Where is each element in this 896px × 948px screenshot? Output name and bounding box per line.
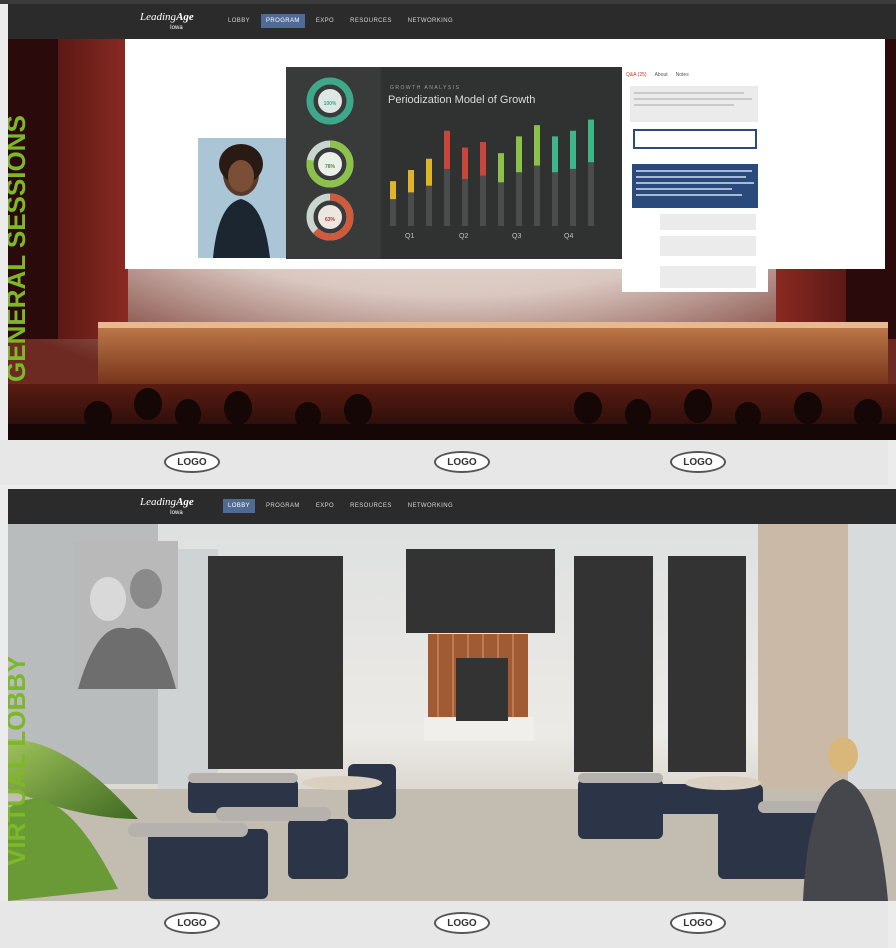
lobby-navbar: LeadingAge Iowa LOBBY PROGRAM EXPO RESOUR… <box>8 489 896 524</box>
chart-bar-highlight <box>570 130 576 169</box>
brand-suffix: Age <box>176 11 194 23</box>
chart-bar-highlight <box>588 119 594 163</box>
brand-logo[interactable]: LeadingAge Iowa <box>140 497 194 519</box>
nav-program[interactable]: PROGRAM <box>261 14 305 28</box>
donut-label-3: 63% <box>324 217 335 223</box>
nav-program[interactable]: PROGRAM <box>261 499 305 513</box>
top-navbar: LeadingAge Iowa LOBBY PROGRAM EXPO RESOUR… <box>8 4 896 39</box>
nav-networking[interactable]: NETWORKING <box>403 14 458 28</box>
slide-title: Periodization Model of Growth <box>388 94 536 106</box>
tab-qa[interactable]: Q&A (25) <box>626 72 647 78</box>
chart-x-label-q3: Q3 <box>512 233 522 240</box>
lobby-screen-3[interactable] <box>456 658 508 721</box>
lobby-screen-1[interactable] <box>208 556 343 769</box>
brand-prefix: Leading <box>140 496 177 508</box>
brand-region: Iowa <box>170 510 183 516</box>
chart-bar-highlight <box>552 136 558 173</box>
lobby-screen-2[interactable] <box>406 549 555 633</box>
brand-suffix: Age <box>176 496 194 508</box>
general-sessions-panel: GROWTH ANALYSIS Periodization Model of G… <box>8 4 896 440</box>
nav-lobby[interactable]: LOBBY <box>223 14 255 28</box>
sponsor-logo[interactable]: LOGO <box>670 451 726 473</box>
chart-bar-highlight <box>516 136 522 173</box>
nav-expo[interactable]: EXPO <box>311 14 339 28</box>
nav-resources[interactable]: RESOURCES <box>345 14 397 28</box>
chart-bar-highlight <box>444 130 450 169</box>
slide-kicker: GROWTH ANALYSIS <box>390 85 461 91</box>
sponsor-logos-top: LOGO LOGO LOGO <box>0 440 888 485</box>
chart-bar-highlight <box>534 125 540 166</box>
sponsor-logo[interactable]: LOGO <box>164 451 220 473</box>
chat-input[interactable] <box>636 135 754 149</box>
chart-bar-highlight <box>480 142 486 176</box>
nav-resources[interactable]: RESOURCES <box>345 499 397 513</box>
sponsor-logo[interactable]: LOGO <box>434 912 490 934</box>
donut-label-2: 78% <box>324 164 335 170</box>
sponsor-logos-bottom: LOGO LOGO LOGO <box>0 901 888 948</box>
lobby-screen-5[interactable] <box>668 556 746 772</box>
chart-bar-highlight <box>390 181 396 200</box>
auditorium-scene <box>8 4 896 440</box>
tab-about[interactable]: About <box>655 72 668 78</box>
virtual-lobby-panel: LeadingAge Iowa LOBBY PROGRAM EXPO RESOUR… <box>8 489 896 901</box>
sponsor-logo[interactable]: LOGO <box>434 451 490 473</box>
sponsor-logo[interactable]: LOGO <box>164 912 220 934</box>
nav-links: LOBBY PROGRAM EXPO RESOURCES NETWORKING <box>223 14 458 28</box>
nav-networking[interactable]: NETWORKING <box>403 499 458 513</box>
chart-bar-highlight <box>498 153 504 183</box>
chart-x-label-q4: Q4 <box>564 233 574 240</box>
nav-links: LOBBY PROGRAM EXPO RESOURCES NETWORKING <box>223 499 458 513</box>
chart-bar-highlight <box>462 147 468 179</box>
nav-lobby[interactable]: LOBBY <box>223 499 256 513</box>
lobby-screen-4[interactable] <box>574 556 653 772</box>
brand-region: Iowa <box>170 25 183 31</box>
chart-bar-highlight <box>408 170 414 193</box>
donut-label-1: 100% <box>323 101 337 107</box>
chart-bar-highlight <box>426 158 432 186</box>
brand-prefix: Leading <box>140 11 177 23</box>
chart-x-label-q1: Q1 <box>405 233 415 240</box>
chat-tabs: Q&A (25) About Notes <box>626 72 689 78</box>
chart-x-label-q2: Q2 <box>459 233 469 240</box>
nav-expo[interactable]: EXPO <box>311 499 339 513</box>
brand-logo[interactable]: LeadingAge Iowa <box>140 12 194 34</box>
section-title-virtual-lobby: VIRTUAL LOBBY <box>8 655 31 866</box>
tab-notes[interactable]: Notes <box>676 72 689 78</box>
sponsor-logo[interactable]: LOGO <box>670 912 726 934</box>
section-title-general-sessions: GENERAL SESSIONS <box>8 115 31 382</box>
